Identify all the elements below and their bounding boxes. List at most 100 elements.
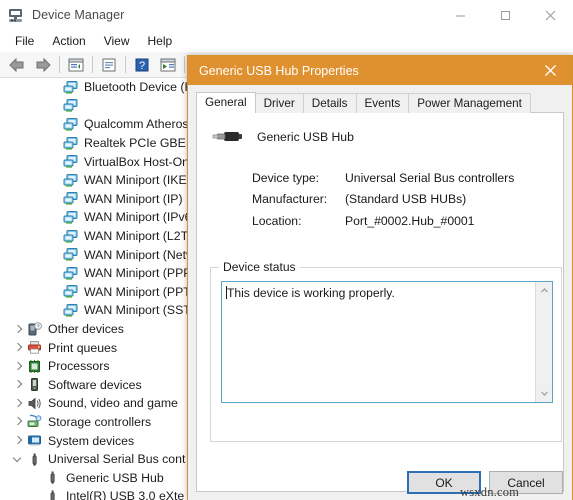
toolbar-separator — [184, 56, 185, 73]
tree-twisty-empty — [46, 191, 62, 207]
svg-text:?: ? — [139, 60, 145, 72]
text-caret — [226, 286, 227, 299]
tree-item-label: VirtualBox Host-Onl — [84, 154, 192, 169]
svg-text:?: ? — [36, 324, 39, 330]
usb-plug-icon — [211, 125, 243, 149]
dialog-body: General Driver Details Events Power Mana… — [188, 85, 572, 500]
properties-dialog: Generic USB Hub Properties General Drive… — [187, 55, 573, 500]
menu-item-action[interactable]: Action — [43, 31, 94, 51]
tab-page-general: Generic USB Hub Device type: Universal S… — [196, 112, 564, 492]
property-row: Manufacturer: (Standard USB HUBs) — [252, 189, 563, 211]
tree-item-label: WAN Miniport (PPP — [84, 266, 192, 281]
network-adapter-icon — [62, 172, 78, 188]
chevron-right-icon[interactable] — [10, 395, 26, 411]
processor-icon — [26, 358, 42, 374]
toolbar-separator — [125, 56, 126, 73]
update-driver-icon[interactable] — [96, 53, 122, 77]
system-device-icon — [26, 433, 42, 449]
window-controls — [438, 0, 573, 30]
dialog-titlebar: Generic USB Hub Properties — [188, 56, 572, 85]
usb-device-icon — [44, 470, 60, 486]
tree-item-label: WAN Miniport (Netv — [84, 247, 193, 262]
maximize-icon[interactable] — [483, 0, 528, 30]
chevron-down-icon[interactable] — [10, 451, 26, 467]
tree-item-label: Qualcomm Atheros — [84, 117, 189, 132]
window-title: Device Manager — [32, 8, 125, 22]
chevron-down-icon[interactable] — [540, 385, 549, 402]
device-name: Generic USB Hub — [257, 130, 354, 144]
back-icon[interactable] — [4, 53, 30, 77]
menu-item-file[interactable]: File — [6, 31, 43, 51]
network-adapter-icon — [62, 135, 78, 151]
tree-item-label: Other devices — [48, 322, 124, 337]
network-adapter-icon — [62, 98, 78, 114]
network-adapter-icon — [62, 228, 78, 244]
tab-driver[interactable]: Driver — [254, 93, 304, 113]
software-device-icon — [26, 377, 42, 393]
menu-item-help[interactable]: Help — [139, 31, 182, 51]
network-adapter-icon — [62, 154, 78, 170]
chevron-right-icon[interactable] — [10, 414, 26, 430]
tree-twisty-empty — [46, 98, 62, 114]
tree-item-label: WAN Miniport (L2TF — [84, 229, 196, 244]
forward-icon[interactable] — [30, 53, 56, 77]
close-icon[interactable] — [528, 0, 573, 30]
tree-twisty-empty — [46, 209, 62, 225]
tab-events[interactable]: Events — [355, 93, 410, 113]
network-adapter-icon — [62, 302, 78, 318]
menu-item-view[interactable]: View — [95, 31, 139, 51]
tree-item-label: Realtek PCIe GBE Fa — [84, 136, 204, 151]
tree-item-label: WAN Miniport (IKEv — [84, 173, 193, 188]
toolbar-separator — [92, 56, 93, 73]
tab-general[interactable]: General — [196, 92, 256, 113]
device-status-group: Device status This device is working pro… — [210, 260, 562, 442]
property-label-manufacturer: Manufacturer: — [252, 192, 328, 207]
chevron-up-icon[interactable] — [540, 282, 549, 299]
device-properties: Device type: Universal Serial Bus contro… — [252, 167, 563, 232]
tree-twisty-empty — [46, 172, 62, 188]
tab-details[interactable]: Details — [302, 93, 357, 113]
chevron-right-icon[interactable] — [10, 433, 26, 449]
tree-twisty-empty — [46, 154, 62, 170]
minimize-icon[interactable] — [438, 0, 483, 30]
tree-twisty-empty — [46, 265, 62, 281]
property-row: Location: Port_#0002.Hub_#0001 — [252, 210, 563, 232]
property-value-device-type: Universal Serial Bus controllers — [345, 170, 515, 185]
chevron-right-icon[interactable] — [10, 377, 26, 393]
tree-twisty-empty — [46, 79, 62, 95]
scan-hardware-icon[interactable] — [155, 53, 181, 77]
network-adapter-icon — [62, 191, 78, 207]
property-row: Device type: Universal Serial Bus contro… — [252, 167, 563, 189]
tree-twisty-empty — [46, 284, 62, 300]
window-titlebar: Device Manager — [0, 0, 573, 30]
tree-item-label: Intel(R) USB 3.0 eXte — [66, 489, 185, 500]
other-devices-icon: ? — [26, 321, 42, 337]
menubar: File Action View Help — [0, 30, 573, 52]
device-manager-icon — [7, 7, 24, 24]
property-value-location: Port_#0002.Hub_#0001 — [345, 213, 475, 228]
chevron-right-icon[interactable] — [10, 321, 26, 337]
close-icon[interactable] — [528, 56, 572, 85]
tree-item-label: Processors — [48, 359, 110, 374]
tree-twisty-empty — [28, 488, 44, 500]
help-icon[interactable]: ? — [129, 53, 155, 77]
chevron-right-icon[interactable] — [10, 340, 26, 356]
tree-item-label: Software devices — [48, 377, 142, 392]
network-adapter-icon — [62, 79, 78, 95]
chevron-right-icon[interactable] — [10, 358, 26, 374]
tree-item-label: Bluetooth Device (RI — [84, 80, 197, 95]
property-value-manufacturer: (Standard USB HUBs) — [345, 192, 467, 207]
tab-power-management[interactable]: Power Management — [408, 93, 531, 113]
tabstrip: General Driver Details Events Power Mana… — [196, 92, 564, 113]
tree-twisty-empty — [46, 247, 62, 263]
network-adapter-icon — [62, 209, 78, 225]
tree-item-label: WAN Miniport (PPT — [84, 284, 191, 299]
tree-item-label: System devices — [48, 433, 135, 448]
device-status-textarea[interactable]: This device is working properly. — [221, 281, 553, 403]
status-scrollbar[interactable] — [535, 282, 552, 402]
network-adapter-icon — [62, 265, 78, 281]
tree-twisty-empty — [46, 302, 62, 318]
tree-item-label: Generic USB Hub — [66, 470, 164, 485]
tree-item-label: Print queues — [48, 340, 118, 355]
properties-icon[interactable] — [63, 53, 89, 77]
